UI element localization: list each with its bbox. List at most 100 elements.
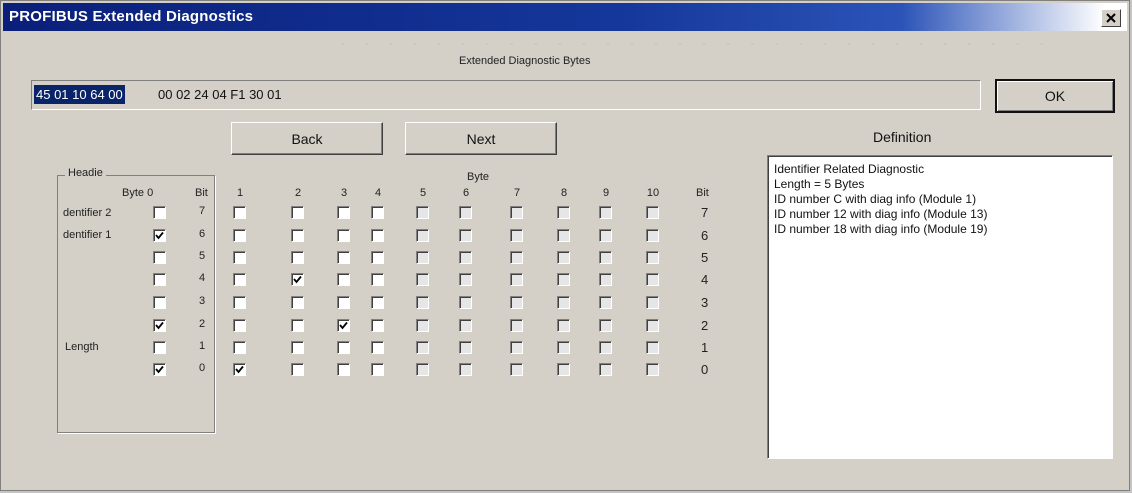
byte-bit-checkbox[interactable] xyxy=(557,363,570,376)
byte-bit-checkbox[interactable] xyxy=(459,363,472,376)
back-button[interactable]: Back xyxy=(231,122,383,155)
byte-bit-checkbox[interactable] xyxy=(416,273,429,286)
byte0-bit-checkbox[interactable] xyxy=(153,341,166,354)
byte-bit-checkbox[interactable] xyxy=(557,273,570,286)
byte-bit-checkbox[interactable] xyxy=(233,229,246,242)
byte-bit-checkbox[interactable] xyxy=(646,296,659,309)
byte-bit-checkbox[interactable] xyxy=(233,273,246,286)
byte-bit-checkbox[interactable] xyxy=(371,206,384,219)
bit-number-right: 6 xyxy=(701,228,709,243)
definition-list[interactable]: Identifier Related Diagnostic Length = 5… xyxy=(767,155,1113,459)
byte-bit-checkbox[interactable] xyxy=(291,206,304,219)
bit-number-right: 3 xyxy=(701,295,709,310)
byte-bit-checkbox[interactable] xyxy=(371,319,384,332)
byte-bit-checkbox[interactable] xyxy=(371,296,384,309)
byte-bit-checkbox[interactable] xyxy=(291,363,304,376)
byte-bit-checkbox[interactable] xyxy=(557,251,570,264)
byte-bit-checkbox[interactable] xyxy=(416,206,429,219)
byte-bit-checkbox[interactable] xyxy=(459,206,472,219)
byte-bit-checkbox[interactable] xyxy=(599,363,612,376)
byte-bit-checkbox[interactable] xyxy=(459,319,472,332)
byte0-bit-checkbox[interactable] xyxy=(153,319,166,332)
byte-bit-checkbox[interactable] xyxy=(646,363,659,376)
byte-bit-checkbox[interactable] xyxy=(557,206,570,219)
byte-bit-checkbox[interactable] xyxy=(371,229,384,242)
byte-bit-checkbox[interactable] xyxy=(337,296,350,309)
byte-bit-checkbox[interactable] xyxy=(459,296,472,309)
byte0-bit-checkbox[interactable] xyxy=(153,296,166,309)
byte-bit-checkbox[interactable] xyxy=(291,319,304,332)
byte-bit-checkbox[interactable] xyxy=(510,229,523,242)
byte-bit-checkbox[interactable] xyxy=(337,319,350,332)
title-bar[interactable]: PROFIBUS Extended Diagnostics xyxy=(3,3,1127,31)
byte-bit-checkbox[interactable] xyxy=(416,296,429,309)
byte0-bit-checkbox[interactable] xyxy=(153,251,166,264)
byte0-bit-checkbox[interactable] xyxy=(153,229,166,242)
byte-bit-checkbox[interactable] xyxy=(291,273,304,286)
byte0-bit-checkbox[interactable] xyxy=(153,363,166,376)
byte-bit-checkbox[interactable] xyxy=(510,206,523,219)
close-button[interactable] xyxy=(1101,9,1121,27)
byte-bit-checkbox[interactable] xyxy=(459,341,472,354)
definition-label: Definition xyxy=(873,129,932,145)
byte-bit-checkbox[interactable] xyxy=(646,229,659,242)
byte0-bit-checkbox[interactable] xyxy=(153,273,166,286)
byte0-bit-checkbox[interactable] xyxy=(153,206,166,219)
byte-bit-checkbox[interactable] xyxy=(510,296,523,309)
byte-bit-checkbox[interactable] xyxy=(646,206,659,219)
byte-bit-checkbox[interactable] xyxy=(337,341,350,354)
hex-remaining-bytes[interactable]: 00 02 24 04 F1 30 01 xyxy=(158,85,282,104)
byte-bit-checkbox[interactable] xyxy=(233,251,246,264)
byte-bit-checkbox[interactable] xyxy=(599,206,612,219)
byte-bit-checkbox[interactable] xyxy=(459,273,472,286)
byte-bit-checkbox[interactable] xyxy=(459,229,472,242)
byte-bit-checkbox[interactable] xyxy=(416,341,429,354)
byte-bit-checkbox[interactable] xyxy=(646,341,659,354)
byte-bit-checkbox[interactable] xyxy=(371,273,384,286)
byte-bit-checkbox[interactable] xyxy=(646,251,659,264)
byte-bit-checkbox[interactable] xyxy=(233,363,246,376)
byte-bit-checkbox[interactable] xyxy=(337,206,350,219)
byte-bit-checkbox[interactable] xyxy=(337,229,350,242)
byte-bit-checkbox[interactable] xyxy=(510,341,523,354)
byte-bit-checkbox[interactable] xyxy=(233,296,246,309)
byte-bit-checkbox[interactable] xyxy=(291,251,304,264)
byte-bit-checkbox[interactable] xyxy=(291,296,304,309)
byte-bit-checkbox[interactable] xyxy=(646,319,659,332)
byte-bit-checkbox[interactable] xyxy=(510,319,523,332)
byte-bit-checkbox[interactable] xyxy=(371,363,384,376)
byte-bit-checkbox[interactable] xyxy=(510,273,523,286)
byte-bit-checkbox[interactable] xyxy=(599,319,612,332)
byte-bit-checkbox[interactable] xyxy=(337,363,350,376)
byte-bit-checkbox[interactable] xyxy=(416,229,429,242)
byte-bit-checkbox[interactable] xyxy=(510,363,523,376)
byte-bit-checkbox[interactable] xyxy=(459,251,472,264)
byte-bit-checkbox[interactable] xyxy=(233,206,246,219)
byte-bit-checkbox[interactable] xyxy=(416,251,429,264)
byte-bit-checkbox[interactable] xyxy=(291,341,304,354)
byte-bit-checkbox[interactable] xyxy=(233,341,246,354)
byte-bit-checkbox[interactable] xyxy=(557,229,570,242)
hex-bytes-field[interactable]: 45 01 10 64 00 00 02 24 04 F1 30 01 xyxy=(31,80,981,110)
next-button[interactable]: Next xyxy=(405,122,557,155)
byte-bit-checkbox[interactable] xyxy=(337,251,350,264)
byte-bit-checkbox[interactable] xyxy=(557,341,570,354)
byte-bit-checkbox[interactable] xyxy=(510,251,523,264)
byte-bit-checkbox[interactable] xyxy=(599,251,612,264)
hex-selected-bytes[interactable]: 45 01 10 64 00 xyxy=(34,85,125,104)
byte-bit-checkbox[interactable] xyxy=(233,319,246,332)
ok-button[interactable]: OK xyxy=(995,79,1115,113)
byte-bit-checkbox[interactable] xyxy=(416,363,429,376)
byte-bit-checkbox[interactable] xyxy=(371,341,384,354)
byte-bit-checkbox[interactable] xyxy=(599,229,612,242)
byte-bit-checkbox[interactable] xyxy=(599,296,612,309)
byte-bit-checkbox[interactable] xyxy=(337,273,350,286)
byte-bit-checkbox[interactable] xyxy=(557,296,570,309)
byte-bit-checkbox[interactable] xyxy=(599,273,612,286)
byte-bit-checkbox[interactable] xyxy=(557,319,570,332)
byte-bit-checkbox[interactable] xyxy=(371,251,384,264)
byte-bit-checkbox[interactable] xyxy=(646,273,659,286)
byte-bit-checkbox[interactable] xyxy=(599,341,612,354)
byte-bit-checkbox[interactable] xyxy=(416,319,429,332)
byte-bit-checkbox[interactable] xyxy=(291,229,304,242)
